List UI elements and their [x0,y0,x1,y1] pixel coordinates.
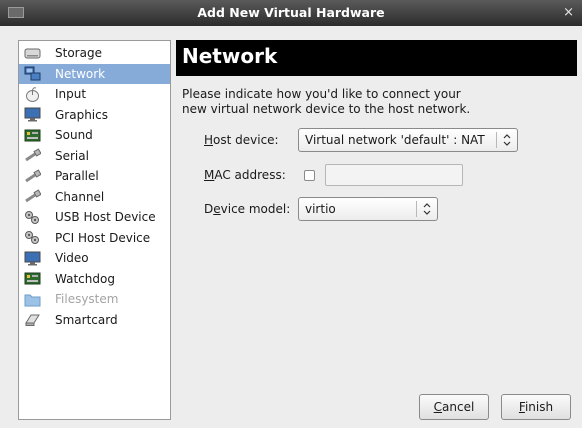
mac-address-label: MAC address: [204,168,286,182]
mac-address-row: MAC address: [204,163,463,187]
close-icon[interactable]: × [563,0,574,26]
hardware-item-serial[interactable]: Serial [19,146,170,167]
mac-address-checkbox[interactable] [304,169,315,181]
smartcard-icon [24,312,41,327]
window-title: Add New Virtual Hardware [197,5,385,20]
hardware-item-graphics[interactable]: Graphics [19,105,170,126]
usb-host-device-icon [24,210,41,225]
network-icon [24,66,41,81]
add-hardware-dialog: Add New Virtual Hardware × Storage Netwo… [0,0,582,428]
storage-icon [24,46,41,61]
hardware-item-pci-host-device[interactable]: PCI Host Device [19,228,170,249]
pci-host-device-icon [24,230,41,245]
channel-icon [24,189,41,204]
host-device-value: Virtual network 'default' : NAT [305,133,485,147]
title-bar[interactable]: Add New Virtual Hardware × [0,0,582,26]
hardware-item-channel[interactable]: Channel [19,187,170,208]
host-device-row: Host device: Virtual network 'default' :… [204,128,518,152]
serial-icon [24,148,41,163]
hardware-item-input[interactable]: Input [19,84,170,105]
device-model-value: virtio [305,202,336,216]
hardware-type-list: Storage Network Input Graphics Sound Ser… [18,40,171,420]
device-model-label: Device model: [204,202,291,216]
hardware-item-smartcard[interactable]: Smartcard [19,310,170,331]
hardware-item-sound[interactable]: Sound [19,125,170,146]
finish-button[interactable]: Finish [501,394,571,420]
mac-address-input[interactable] [325,164,463,186]
page-title: Network [182,44,278,68]
hardware-item-usb-host-device[interactable]: USB Host Device [19,207,170,228]
watchdog-icon [24,271,41,286]
graphics-icon [24,107,41,122]
device-model-row: Device model: virtio [204,197,438,221]
hardware-item-video[interactable]: Video [19,248,170,269]
hardware-item-parallel[interactable]: Parallel [19,166,170,187]
hardware-item-storage[interactable]: Storage [19,43,170,64]
combo-separator [496,132,497,148]
sound-icon [24,128,41,143]
hardware-item-network[interactable]: Network [19,63,170,84]
hardware-item-filesystem[interactable]: Filesystem [19,289,170,310]
host-device-label: Host device: [204,133,279,147]
page-header: Network [176,40,577,76]
intro-text: Please indicate how you'd like to connec… [182,87,471,116]
input-icon [24,87,41,102]
cancel-button[interactable]: Cancel [419,394,489,420]
device-model-combo[interactable]: virtio [298,197,438,221]
host-device-combo[interactable]: Virtual network 'default' : NAT [298,128,518,152]
combo-arrows-icon [423,203,431,215]
video-icon [24,251,41,266]
details-panel: Network Please indicate how you'd like t… [176,40,582,428]
hardware-item-watchdog[interactable]: Watchdog [19,269,170,290]
combo-arrows-icon [503,134,511,146]
parallel-icon [24,169,41,184]
combo-separator [416,201,417,217]
filesystem-icon [24,292,41,307]
